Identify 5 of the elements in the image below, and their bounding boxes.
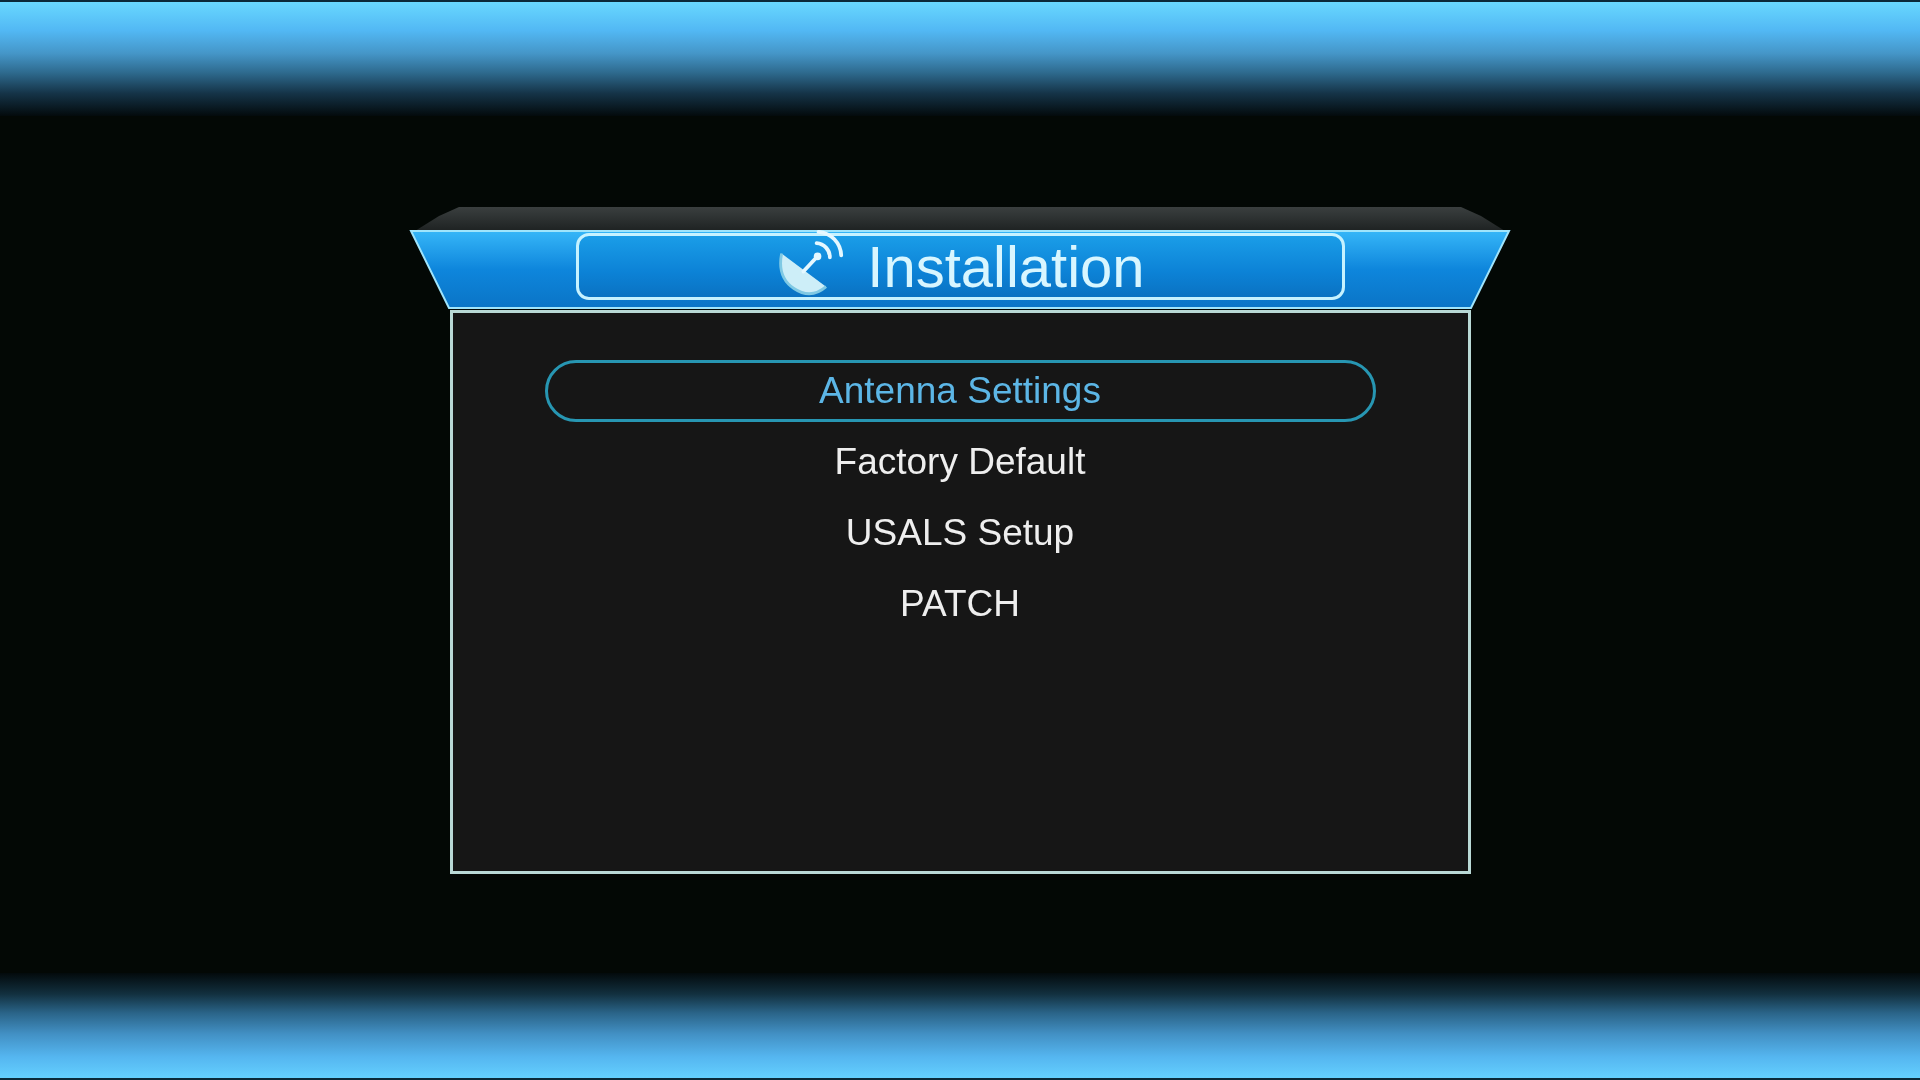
menu-item[interactable]: PATCH (544, 573, 1376, 635)
menu-item[interactable]: USALS Setup (544, 502, 1376, 564)
menu-item[interactable]: Factory Default (544, 431, 1376, 493)
menu-item[interactable]: Antenna Settings (544, 360, 1376, 422)
screen-title: Installation (867, 235, 1145, 298)
